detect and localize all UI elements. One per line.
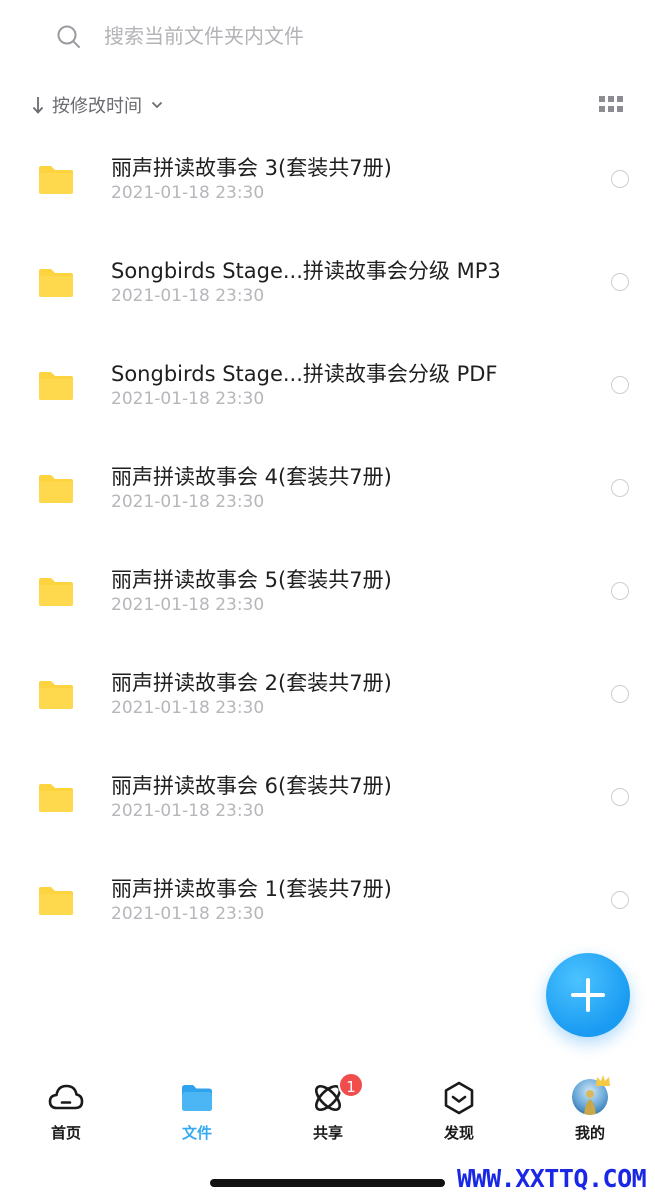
select-radio[interactable] <box>611 891 629 909</box>
file-row[interactable]: 丽声拼读故事会 2(套装共7册) 2021-01-18 23:30 <box>0 647 655 750</box>
folder-icon <box>39 372 73 400</box>
file-name: 丽声拼读故事会 4(套装共7册) <box>111 465 392 489</box>
tab-files[interactable]: 文件 <box>142 1076 252 1146</box>
chevron-down-icon <box>151 101 163 109</box>
sort-label: 按修改时间 <box>52 96 142 117</box>
select-radio[interactable] <box>611 788 629 806</box>
tab-label: 发现 <box>443 1124 474 1142</box>
folder-icon <box>182 1085 212 1111</box>
file-date: 2021-01-18 23:30 <box>111 801 265 821</box>
file-date: 2021-01-18 23:30 <box>111 183 265 203</box>
select-radio[interactable] <box>611 376 629 394</box>
folder-icon <box>39 887 73 915</box>
add-button[interactable] <box>546 953 630 1037</box>
arrow-down-icon <box>32 97 44 114</box>
file-date: 2021-01-18 23:30 <box>111 286 265 306</box>
tab-share[interactable]: 1 共享 <box>273 1072 383 1146</box>
tab-home[interactable]: 首页 <box>11 1076 121 1146</box>
file-name: Songbirds Stage...拼读故事会分级 PDF <box>111 362 498 386</box>
plus-icon <box>571 978 605 1012</box>
folder-icon <box>39 578 73 606</box>
file-row[interactable]: 丽声拼读故事会 4(套装共7册) 2021-01-18 23:30 <box>0 441 655 544</box>
sort-row: 按修改时间 <box>0 84 655 124</box>
file-date: 2021-01-18 23:30 <box>111 492 265 512</box>
folder-icon <box>39 681 73 709</box>
tab-label: 共享 <box>312 1124 343 1142</box>
discover-icon <box>444 1081 474 1115</box>
tab-label: 首页 <box>50 1124 81 1142</box>
file-row[interactable]: 丽声拼读故事会 3(套装共7册) 2021-01-18 23:30 <box>0 132 655 235</box>
file-name: 丽声拼读故事会 5(套装共7册) <box>111 568 392 592</box>
search-bar <box>0 0 655 72</box>
file-date: 2021-01-18 23:30 <box>111 389 265 409</box>
file-row[interactable]: 丽声拼读故事会 5(套装共7册) 2021-01-18 23:30 <box>0 544 655 647</box>
tab-label: 我的 <box>574 1124 605 1142</box>
tab-discover[interactable]: 发现 <box>404 1076 514 1146</box>
grid-view-icon[interactable] <box>598 94 624 114</box>
select-radio[interactable] <box>611 685 629 703</box>
search-icon <box>57 25 80 48</box>
file-row[interactable]: Songbirds Stage...拼读故事会分级 PDF 2021-01-18… <box>0 338 655 441</box>
cloud-icon <box>48 1084 84 1110</box>
notification-badge: 1 <box>338 1072 364 1098</box>
file-row[interactable]: 丽声拼读故事会 1(套装共7册) 2021-01-18 23:30 <box>0 853 655 956</box>
watermark: WWW.XXTTQ.COM <box>457 1164 647 1193</box>
folder-icon <box>39 475 73 503</box>
search-input[interactable] <box>104 18 584 54</box>
file-date: 2021-01-18 23:30 <box>111 595 265 615</box>
folder-icon <box>39 784 73 812</box>
tab-label: 文件 <box>181 1124 212 1142</box>
file-list: 丽声拼读故事会 3(套装共7册) 2021-01-18 23:30 Songbi… <box>0 132 655 956</box>
select-radio[interactable] <box>611 170 629 188</box>
select-radio[interactable] <box>611 479 629 497</box>
file-row[interactable]: Songbirds Stage...拼读故事会分级 MP3 2021-01-18… <box>0 235 655 338</box>
file-name: 丽声拼读故事会 1(套装共7册) <box>111 877 392 901</box>
file-date: 2021-01-18 23:30 <box>111 698 265 718</box>
file-name: 丽声拼读故事会 6(套装共7册) <box>111 774 392 798</box>
bottom-tab-bar: 首页 文件 1 共享 发现 我的 <box>0 1062 655 1157</box>
file-name: 丽声拼读故事会 2(套装共7册) <box>111 671 392 695</box>
folder-icon <box>39 269 73 297</box>
crown-icon <box>596 1075 610 1086</box>
file-row[interactable]: 丽声拼读故事会 6(套装共7册) 2021-01-18 23:30 <box>0 750 655 853</box>
file-name: Songbirds Stage...拼读故事会分级 MP3 <box>111 259 501 283</box>
home-indicator <box>210 1179 445 1187</box>
tab-me[interactable]: 我的 <box>535 1075 645 1146</box>
sort-dropdown[interactable]: 按修改时间 <box>30 90 164 120</box>
file-date: 2021-01-18 23:30 <box>111 904 265 924</box>
folder-icon <box>39 166 73 194</box>
select-radio[interactable] <box>611 582 629 600</box>
file-name: 丽声拼读故事会 3(套装共7册) <box>111 156 392 180</box>
select-radio[interactable] <box>611 273 629 291</box>
